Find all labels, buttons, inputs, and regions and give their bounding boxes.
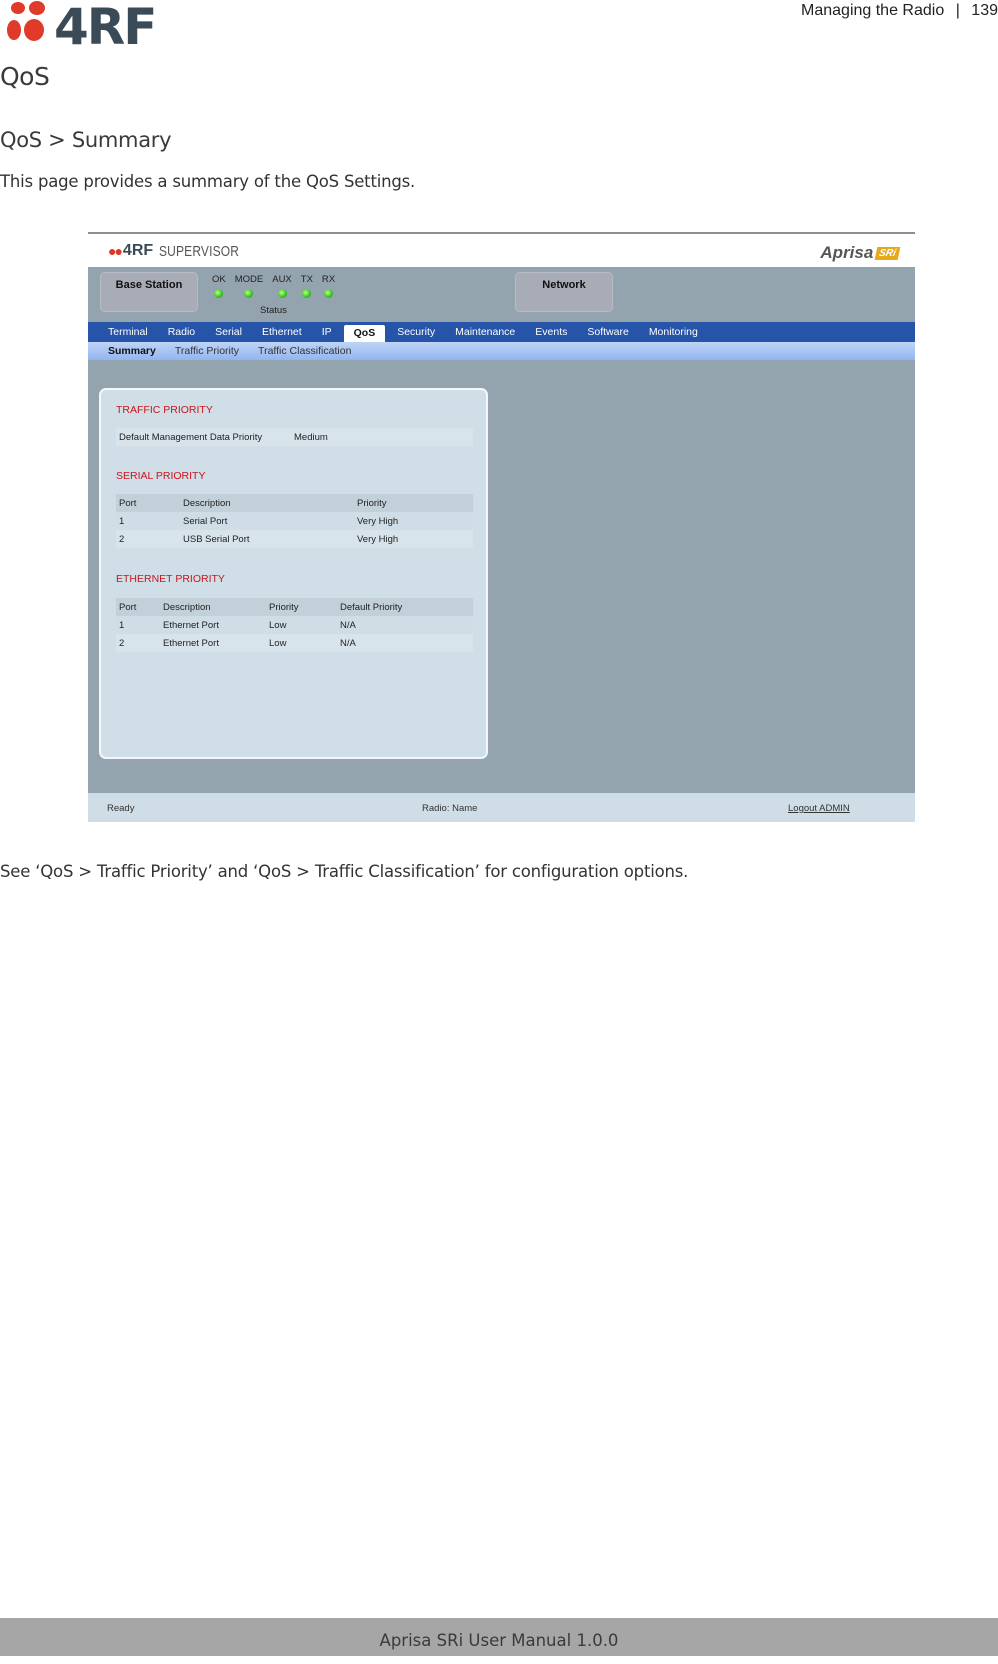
ethernet-priority-table: Port Description Priority Default Priori… — [116, 598, 473, 652]
table-header: Port Description Priority — [116, 494, 473, 512]
table-row: 1 Serial Port Very High — [116, 512, 473, 530]
port-cell: 1 — [119, 515, 125, 527]
tab-ip[interactable]: IP — [312, 322, 342, 342]
page-footer: Aprisa SRi User Manual 1.0.0 — [0, 1618, 998, 1656]
svg-text:4RF: 4RF — [54, 0, 155, 46]
table-row: 2 Ethernet Port Low N/A — [116, 634, 473, 652]
tab-security[interactable]: Security — [387, 322, 445, 342]
intro-paragraph: This page provides a summary of the QoS … — [0, 172, 416, 191]
table-header: Port Description Priority Default Priori… — [116, 598, 473, 616]
logout-link[interactable]: Logout ADMIN — [788, 803, 850, 814]
4rf-dots-icon: ●● — [108, 243, 123, 259]
column-header: Priority — [357, 497, 387, 509]
status-area: Base Station OK MODE AUX TX RX Status Ne… — [88, 267, 915, 322]
tab-software[interactable]: Software — [577, 322, 638, 342]
led-on-icon — [324, 289, 334, 298]
port-cell: 2 — [119, 533, 125, 545]
status-bar: Ready Radio: Name Logout ADMIN — [88, 793, 915, 822]
aprisa-logo-text: Aprisa — [820, 243, 874, 262]
led-label: RX — [321, 274, 336, 285]
priority-cell: Very High — [357, 533, 399, 545]
description-cell: Ethernet Port — [163, 619, 219, 631]
sri-badge: SRi — [874, 246, 901, 260]
tab-events[interactable]: Events — [525, 322, 577, 342]
led-ok: OK — [212, 274, 226, 298]
led-on-icon — [277, 289, 287, 298]
led-label: MODE — [234, 274, 264, 285]
section-heading: QoS > Summary — [0, 128, 172, 152]
description-cell: Serial Port — [183, 515, 228, 527]
led-rx: RX — [322, 274, 335, 298]
tab-qos[interactable]: QoS — [343, 325, 386, 342]
column-header: Priority — [269, 601, 299, 613]
brand-logo-text: 4RF — [122, 242, 154, 259]
outro-paragraph: See ‘QoS > Traffic Priority’ and ‘QoS > … — [0, 862, 689, 881]
aprisa-logo: Aprisa SRi — [820, 243, 901, 263]
status-caption: Status — [260, 305, 287, 316]
tab-monitoring[interactable]: Monitoring — [639, 322, 708, 342]
priority-cell: Very High — [357, 515, 399, 527]
column-header: Description — [183, 497, 231, 509]
page-header: Managing the Radio | 139 — [801, 2, 998, 20]
led-label: TX — [300, 274, 313, 285]
supervisor-screenshot: ●● 4RF SUPERVISOR Aprisa SRi Base Statio… — [88, 232, 915, 822]
table-row: Default Management Data Priority Medium — [116, 428, 473, 446]
app-header: ●● 4RF SUPERVISOR Aprisa SRi — [88, 234, 915, 267]
tab-terminal[interactable]: Terminal — [98, 322, 158, 342]
led-group: OK MODE AUX TX RX — [212, 274, 344, 298]
page-number: 139 — [971, 2, 998, 19]
led-label: AUX — [272, 274, 292, 285]
4rf-logo: 4RF — [4, 0, 184, 56]
table-row: 1 Ethernet Port Low N/A — [116, 616, 473, 634]
supervisor-logo: ●● 4RF SUPERVISOR — [108, 242, 259, 260]
radio-name: Radio: Name — [422, 803, 478, 814]
description-cell: USB Serial Port — [183, 533, 250, 545]
description-cell: Ethernet Port — [163, 637, 219, 649]
status-text: Ready — [107, 803, 135, 814]
page-title: QoS — [0, 62, 50, 91]
serial-priority-table: Port Description Priority 1 Serial Port … — [116, 494, 473, 548]
led-on-icon — [214, 289, 224, 298]
tab-serial[interactable]: Serial — [205, 322, 252, 342]
led-label: OK — [212, 274, 226, 285]
mgmt-priority-value: Medium — [294, 431, 328, 443]
port-cell: 1 — [119, 619, 125, 631]
subtab-traffic-priority[interactable]: Traffic Priority — [175, 345, 239, 357]
led-on-icon — [302, 289, 312, 298]
traffic-priority-table: Default Management Data Priority Medium — [116, 428, 473, 446]
column-header: Port — [119, 497, 137, 509]
led-tx: TX — [301, 274, 313, 298]
column-header: Default Priority — [340, 601, 403, 613]
tab-ethernet[interactable]: Ethernet — [252, 322, 312, 342]
ethernet-priority-title: ETHERNET PRIORITY — [116, 573, 225, 585]
header-section: Managing the Radio — [801, 2, 945, 19]
priority-cell: Low — [269, 619, 287, 631]
station-box: Base Station — [100, 272, 198, 312]
subtab-summary[interactable]: Summary — [108, 345, 156, 357]
sub-nav: Summary Traffic Priority Traffic Classif… — [88, 342, 915, 360]
tab-radio[interactable]: Radio — [158, 322, 205, 342]
column-header: Description — [163, 601, 211, 613]
summary-panel: TRAFFIC PRIORITY Default Management Data… — [99, 388, 488, 759]
column-header: Port — [119, 601, 137, 613]
brand-product-text: SUPERVISOR — [159, 242, 240, 260]
priority-cell: Low — [269, 637, 287, 649]
subtab-traffic-classification[interactable]: Traffic Classification — [258, 345, 351, 357]
default-priority-cell: N/A — [340, 637, 356, 649]
tab-maintenance[interactable]: Maintenance — [445, 322, 525, 342]
led-mode: MODE — [234, 274, 264, 298]
network-box: Network — [515, 272, 613, 312]
port-cell: 2 — [119, 637, 125, 649]
4rf-logo-icon: 4RF — [7, 0, 157, 56]
led-on-icon — [244, 289, 254, 298]
table-row: 2 USB Serial Port Very High — [116, 530, 473, 548]
serial-priority-title: SERIAL PRIORITY — [116, 470, 206, 482]
header-separator: | — [955, 2, 960, 19]
led-aux: AUX — [272, 274, 292, 298]
mgmt-priority-label: Default Management Data Priority — [119, 431, 263, 443]
main-nav: Terminal Radio Serial Ethernet IP QoS Se… — [88, 322, 915, 342]
traffic-priority-title: TRAFFIC PRIORITY — [116, 404, 213, 416]
default-priority-cell: N/A — [340, 619, 356, 631]
